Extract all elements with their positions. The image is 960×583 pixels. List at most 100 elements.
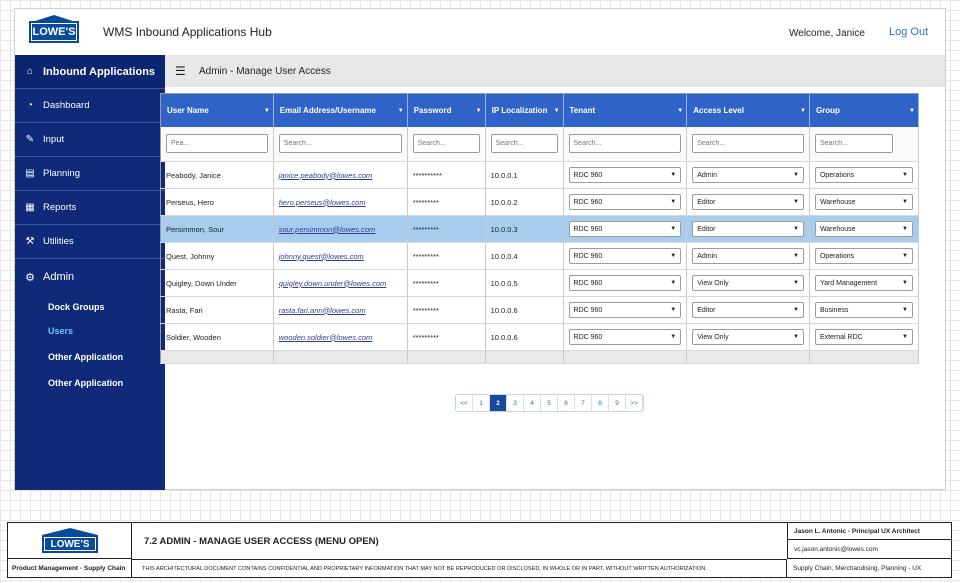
table-row[interactable]: Persimmon, Sour sour.persimmon@lowes.com *… [160, 215, 920, 243]
sidebar-heading[interactable]: ⌂ Inbound Applications [15, 55, 165, 89]
sort-caret-icon[interactable]: ▼ [677, 108, 683, 114]
pagination-first-button[interactable]: << [456, 395, 473, 411]
cell-access-level: Admin ▼ [686, 242, 810, 270]
tenant-select[interactable]: RDC 960 ▼ [568, 248, 682, 264]
sidebar-subitem-users[interactable]: Users [15, 319, 165, 343]
column-header-group[interactable]: Group ▼ [809, 93, 920, 127]
select-value: RDC 960 [573, 279, 603, 287]
email-link[interactable]: johnny.quest@lowes.com [279, 252, 364, 261]
hamburger-menu-icon[interactable]: ☰ [175, 64, 189, 78]
filter-group-input[interactable] [814, 134, 893, 154]
footer-title: 7.2 ADMIN - MANAGE USER ACCESS (MENU OPE… [144, 536, 379, 547]
access-level-select[interactable]: Admin ▼ [692, 248, 804, 264]
sidebar-item-dashboard[interactable]: ◔ Dashboard [15, 89, 165, 123]
cell-email: hero.perseus@lowes.com [273, 188, 408, 216]
group-select[interactable]: Business ▼ [814, 302, 913, 318]
sort-caret-icon[interactable]: ▼ [398, 108, 404, 114]
filter-user-name-input[interactable] [166, 134, 268, 154]
access-level-select[interactable]: View Only ▼ [692, 329, 804, 345]
select-value: Operations [819, 171, 855, 179]
filter-ip-input[interactable] [490, 134, 558, 154]
chevron-down-icon: ▼ [901, 334, 908, 340]
cell-email: rasta.fari.ann@lowes.com [273, 296, 408, 324]
footer-logo-box: LOWE'S [8, 523, 132, 559]
sidebar-item-input[interactable]: ✎ Input [15, 123, 165, 157]
sort-caret-icon[interactable]: ▼ [800, 108, 806, 114]
group-select[interactable]: Operations ▼ [814, 167, 913, 183]
access-level-select[interactable]: Editor ▼ [692, 302, 804, 318]
table-row[interactable]: Quest, Johnny johnny.quest@lowes.com *****… [160, 242, 920, 270]
user-access-table: User Name ▼ Email Address/Username ▼ Passw… [160, 93, 920, 364]
select-value: RDC 960 [573, 198, 603, 206]
access-level-select[interactable]: View Only ▼ [692, 275, 804, 291]
tenant-select[interactable]: RDC 960 ▼ [568, 167, 682, 183]
filter-password-input[interactable] [412, 134, 480, 154]
chevron-down-icon: ▼ [792, 172, 799, 178]
sidebar-item-utilities[interactable]: ⚒ Utilities [15, 225, 165, 259]
group-select[interactable]: External RDC ▼ [814, 329, 913, 345]
filter-email-input[interactable] [278, 134, 402, 154]
access-level-select[interactable]: Editor ▼ [692, 221, 804, 237]
email-link[interactable]: quigley.down.under@lowes.com [279, 279, 387, 288]
cell-email: janice.peabody@lowes.com [273, 161, 408, 189]
tenant-select[interactable]: RDC 960 ▼ [568, 329, 682, 345]
sidebar-subitem-other-application[interactable]: Other Application [15, 371, 165, 395]
table-row[interactable]: Rasta, Fari rasta.fari.ann@lowes.com *****… [160, 296, 920, 324]
column-header-user-name[interactable]: User Name ▼ [160, 93, 274, 127]
document-icon: ▦ [25, 202, 35, 213]
access-level-select[interactable]: Admin ▼ [692, 167, 804, 183]
sort-caret-icon[interactable]: ▼ [554, 108, 560, 114]
pagination-page-button[interactable]: 8 [592, 395, 609, 411]
sidebar-item-admin[interactable]: ⚙ Admin [15, 259, 165, 295]
group-select[interactable]: Yard Management ▼ [814, 275, 913, 291]
table-row[interactable]: Peabody, Janice janice.peabody@lowes.com *… [160, 161, 920, 189]
pagination-page-button[interactable]: 3 [507, 395, 524, 411]
email-link[interactable]: sour.persimmon@lowes.com [279, 225, 376, 234]
pagination-page-button[interactable]: 7 [575, 395, 592, 411]
table-row[interactable]: Quigley, Down Under quigley.down.under@lo… [160, 269, 920, 297]
table-row[interactable]: Perseus, Hero hero.perseus@lowes.com *****… [160, 188, 920, 216]
column-header-access-level[interactable]: Access Level ▼ [686, 93, 810, 127]
access-level-select[interactable]: Editor ▼ [692, 194, 804, 210]
pagination-page-button[interactable]: 2 [490, 395, 507, 411]
column-header-ip[interactable]: IP Localization ▼ [485, 93, 564, 127]
pagination-page-button[interactable]: 9 [609, 395, 626, 411]
group-select[interactable]: Warehouse ▼ [814, 194, 913, 210]
sidebar-item-label: Utilities [43, 236, 74, 247]
logout-link[interactable]: Log Out [889, 26, 928, 38]
column-header-tenant[interactable]: Tenant ▼ [563, 93, 688, 127]
sidebar-subitem-dock-groups[interactable]: Dock Groups [15, 295, 165, 319]
group-select[interactable]: Operations ▼ [814, 248, 913, 264]
cell-access-level: Editor ▼ [686, 296, 810, 324]
tenant-select[interactable]: RDC 960 ▼ [568, 302, 682, 318]
sort-caret-icon[interactable]: ▼ [476, 108, 482, 114]
sidebar-item-planning[interactable]: ▤ Planning [15, 157, 165, 191]
sort-caret-icon[interactable]: ▼ [909, 108, 915, 114]
column-header-email[interactable]: Email Address/Username ▼ [273, 93, 408, 127]
cell-password: ********* [407, 269, 486, 297]
sort-caret-icon[interactable]: ▼ [264, 108, 270, 114]
email-link[interactable]: wooden.soldier@lowes.com [279, 333, 373, 342]
email-link[interactable]: rasta.fari.ann@lowes.com [279, 306, 366, 315]
filter-access-input[interactable] [692, 134, 804, 154]
pagination-page-button[interactable]: 1 [473, 395, 490, 411]
tenant-select[interactable]: RDC 960 ▼ [568, 194, 682, 210]
group-select[interactable]: Warehouse ▼ [814, 221, 913, 237]
sidebar-item-reports[interactable]: ▦ Reports [15, 191, 165, 225]
column-header-label: Group [815, 105, 840, 115]
pagination-last-button[interactable]: >> [626, 395, 643, 411]
pagination-page-button[interactable]: 5 [541, 395, 558, 411]
email-link[interactable]: janice.peabody@lowes.com [279, 171, 373, 180]
select-value: RDC 960 [573, 306, 603, 314]
filter-tenant-input[interactable] [568, 134, 682, 154]
pagination-page-button[interactable]: 4 [524, 395, 541, 411]
tenant-select[interactable]: RDC 960 ▼ [568, 221, 682, 237]
cell-password: ********* [407, 323, 486, 351]
table-row[interactable]: Soldier, Wooden wooden.soldier@lowes.com *… [160, 323, 920, 351]
tenant-select[interactable]: RDC 960 ▼ [568, 275, 682, 291]
column-header-password[interactable]: Password ▼ [407, 93, 486, 127]
sidebar-subitem-other-application[interactable]: Other Application [15, 345, 165, 369]
cell-tenant: RDC 960 ▼ [563, 269, 688, 297]
email-link[interactable]: hero.perseus@lowes.com [279, 198, 366, 207]
pagination-page-button[interactable]: 6 [558, 395, 575, 411]
